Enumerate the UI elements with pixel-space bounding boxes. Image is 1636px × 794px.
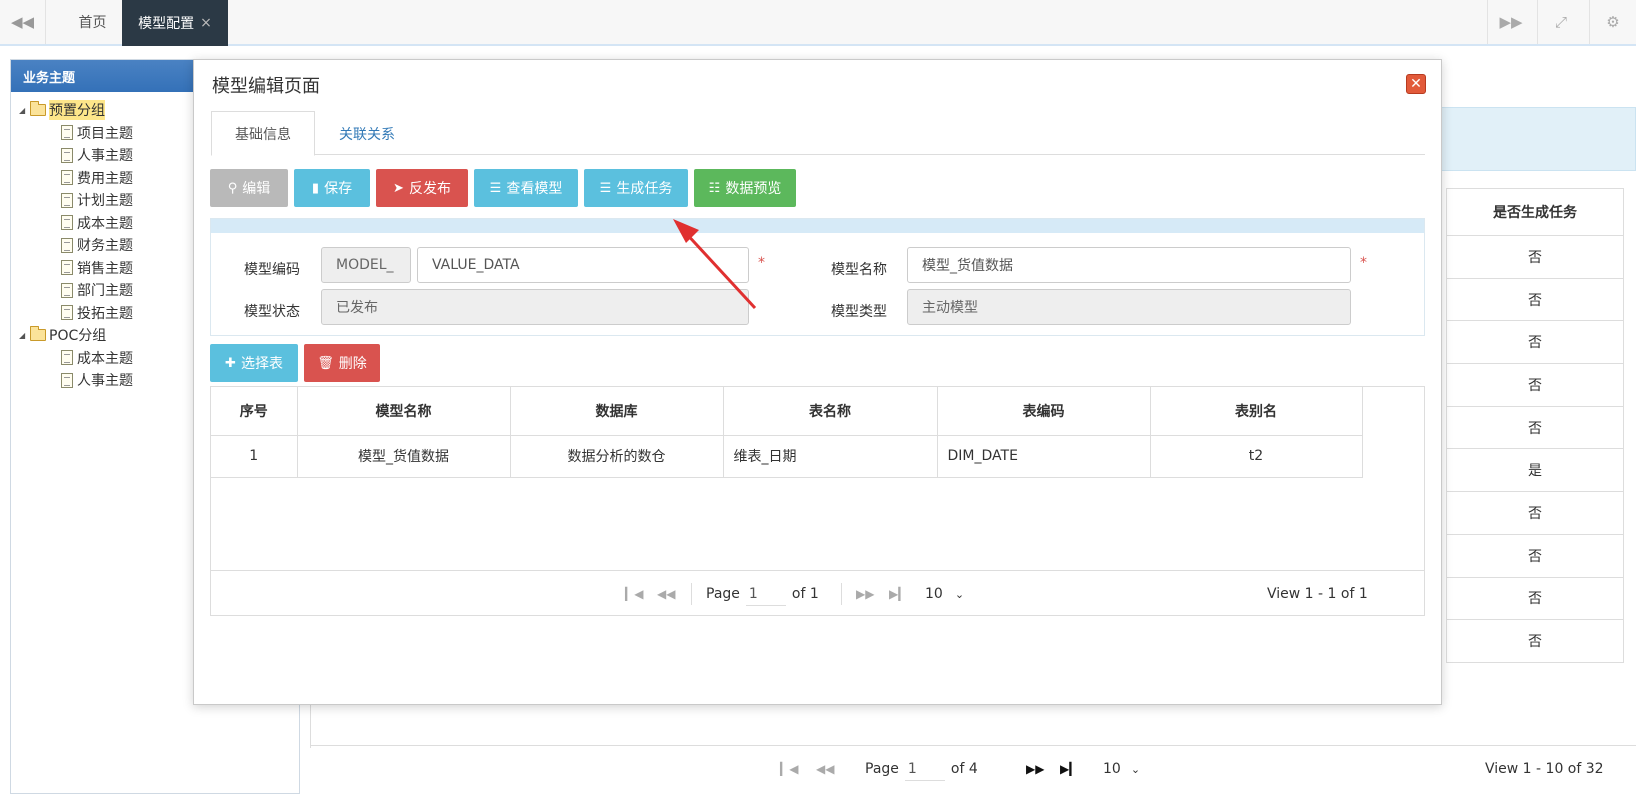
arrow-head (673, 219, 699, 243)
annotation-arrow (673, 219, 757, 310)
arrow-shaft (681, 228, 757, 310)
